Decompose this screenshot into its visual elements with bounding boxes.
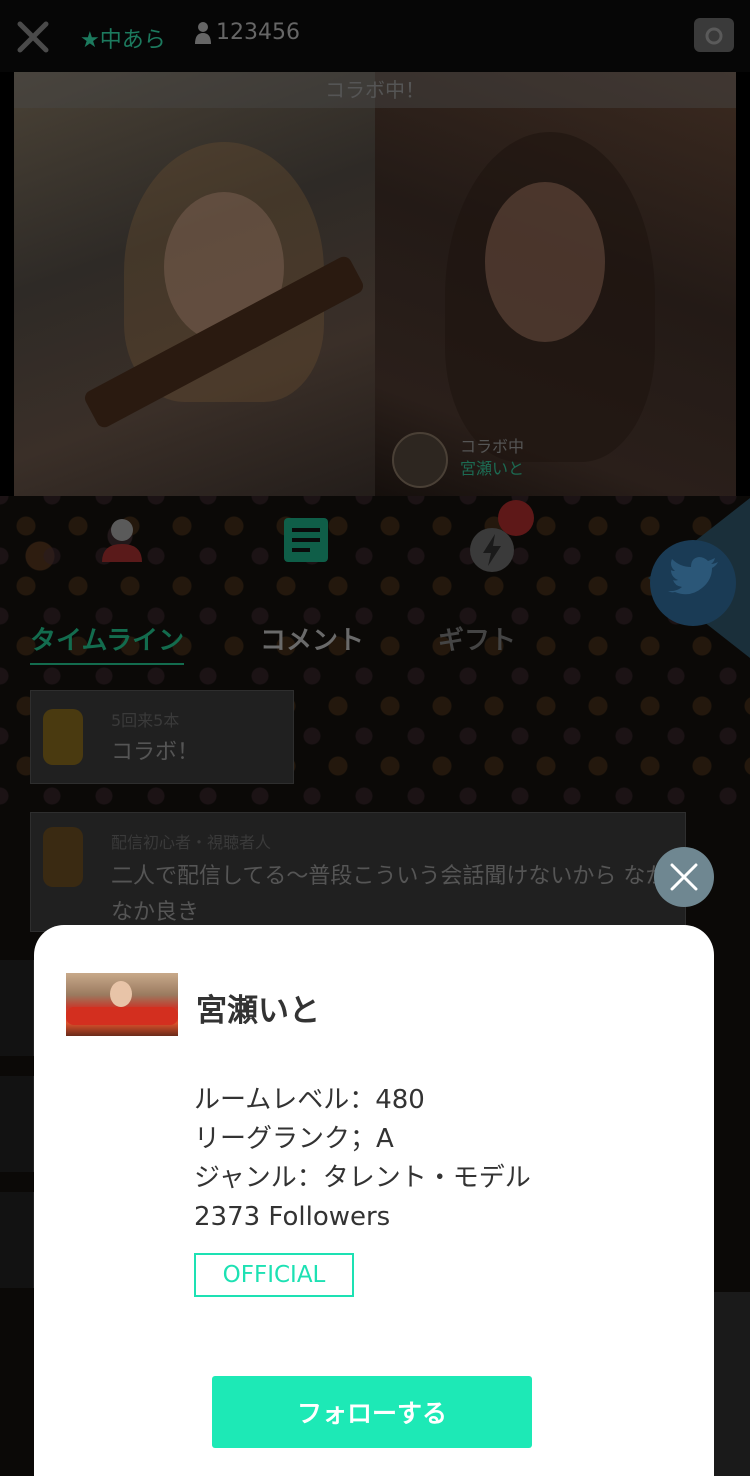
- modal-close-icon: [670, 863, 698, 891]
- user-avatar[interactable]: [43, 709, 83, 765]
- room-level: ルームレベル：480: [194, 1085, 425, 1115]
- timeline-item-meta: 5回来5本: [111, 711, 180, 730]
- follower-count: 2373 Followers: [194, 1202, 391, 1232]
- timeline-tab-icon[interactable]: [282, 516, 330, 564]
- guest-avatar[interactable]: [392, 432, 448, 488]
- timeline-item-edge: [714, 1292, 750, 1476]
- timeline-item-edge: [0, 1192, 34, 1288]
- viewer-count: 123456: [194, 20, 300, 45]
- timeline-item: 5回来5本 コラボ！: [30, 690, 294, 784]
- viewer-count-value: 123456: [216, 20, 300, 45]
- tab-comment[interactable]: コメント: [260, 620, 364, 657]
- user-avatar[interactable]: [43, 827, 83, 887]
- timeline-item-edge: [0, 960, 34, 1056]
- close-icon[interactable]: [16, 20, 50, 54]
- follow-button[interactable]: フォローする: [212, 1376, 532, 1448]
- top-bar: ★中あら 123456: [0, 0, 750, 72]
- genre: ジャンル：タレント・モデル: [194, 1163, 531, 1193]
- timeline-item: 配信初心者・視聴者人 二人で配信してる〜普段こういう会話聞けないから なかなか良…: [30, 812, 686, 932]
- guest-name: 宮瀬いと: [460, 459, 525, 478]
- guest-info: コラボ中 宮瀬いと: [460, 436, 524, 480]
- tab-bar: タイムライン コメント ギフト: [0, 620, 750, 670]
- timeline-item-meta: 配信初心者・視聴者人: [111, 833, 272, 852]
- live-status-label: ★中あら: [80, 28, 166, 53]
- profile-tab-icon[interactable]: [98, 516, 146, 564]
- tab-icon-row: [0, 516, 750, 596]
- person-icon: [195, 21, 211, 44]
- profile-modal: 宮瀬いと ルームレベル：480 リーグランク；A ジャンル：タレント・モデル 2…: [34, 925, 714, 1476]
- official-badge: OFFICIAL: [194, 1253, 354, 1297]
- tab-timeline[interactable]: タイムライン: [30, 620, 185, 665]
- collab-video[interactable]: コラボ中！ コラボ中 宮瀬いと: [14, 72, 736, 496]
- timeline-item-text: 二人で配信してる〜普段こういう会話聞けないから なかなか良き: [111, 864, 668, 925]
- league-rank: リーグランク；A: [194, 1124, 394, 1154]
- profile-info: ルームレベル：480 リーグランク；A ジャンル：タレント・モデル 2373 F…: [194, 1081, 531, 1237]
- modal-close-button[interactable]: [654, 847, 714, 907]
- host-video: [14, 72, 375, 496]
- guest-video: [375, 72, 736, 496]
- guest-status: コラボ中: [460, 437, 525, 456]
- collab-banner: コラボ中！: [14, 72, 736, 108]
- timeline-item-text: コラボ！: [111, 740, 200, 765]
- profile-name: 宮瀬いと: [196, 993, 320, 1029]
- camera-icon[interactable]: [694, 18, 734, 52]
- tab-gift[interactable]: ギフト: [438, 620, 516, 657]
- gift-notification-badge: [498, 500, 534, 536]
- timeline-item-edge: [0, 1076, 34, 1172]
- profile-image: [66, 973, 178, 1036]
